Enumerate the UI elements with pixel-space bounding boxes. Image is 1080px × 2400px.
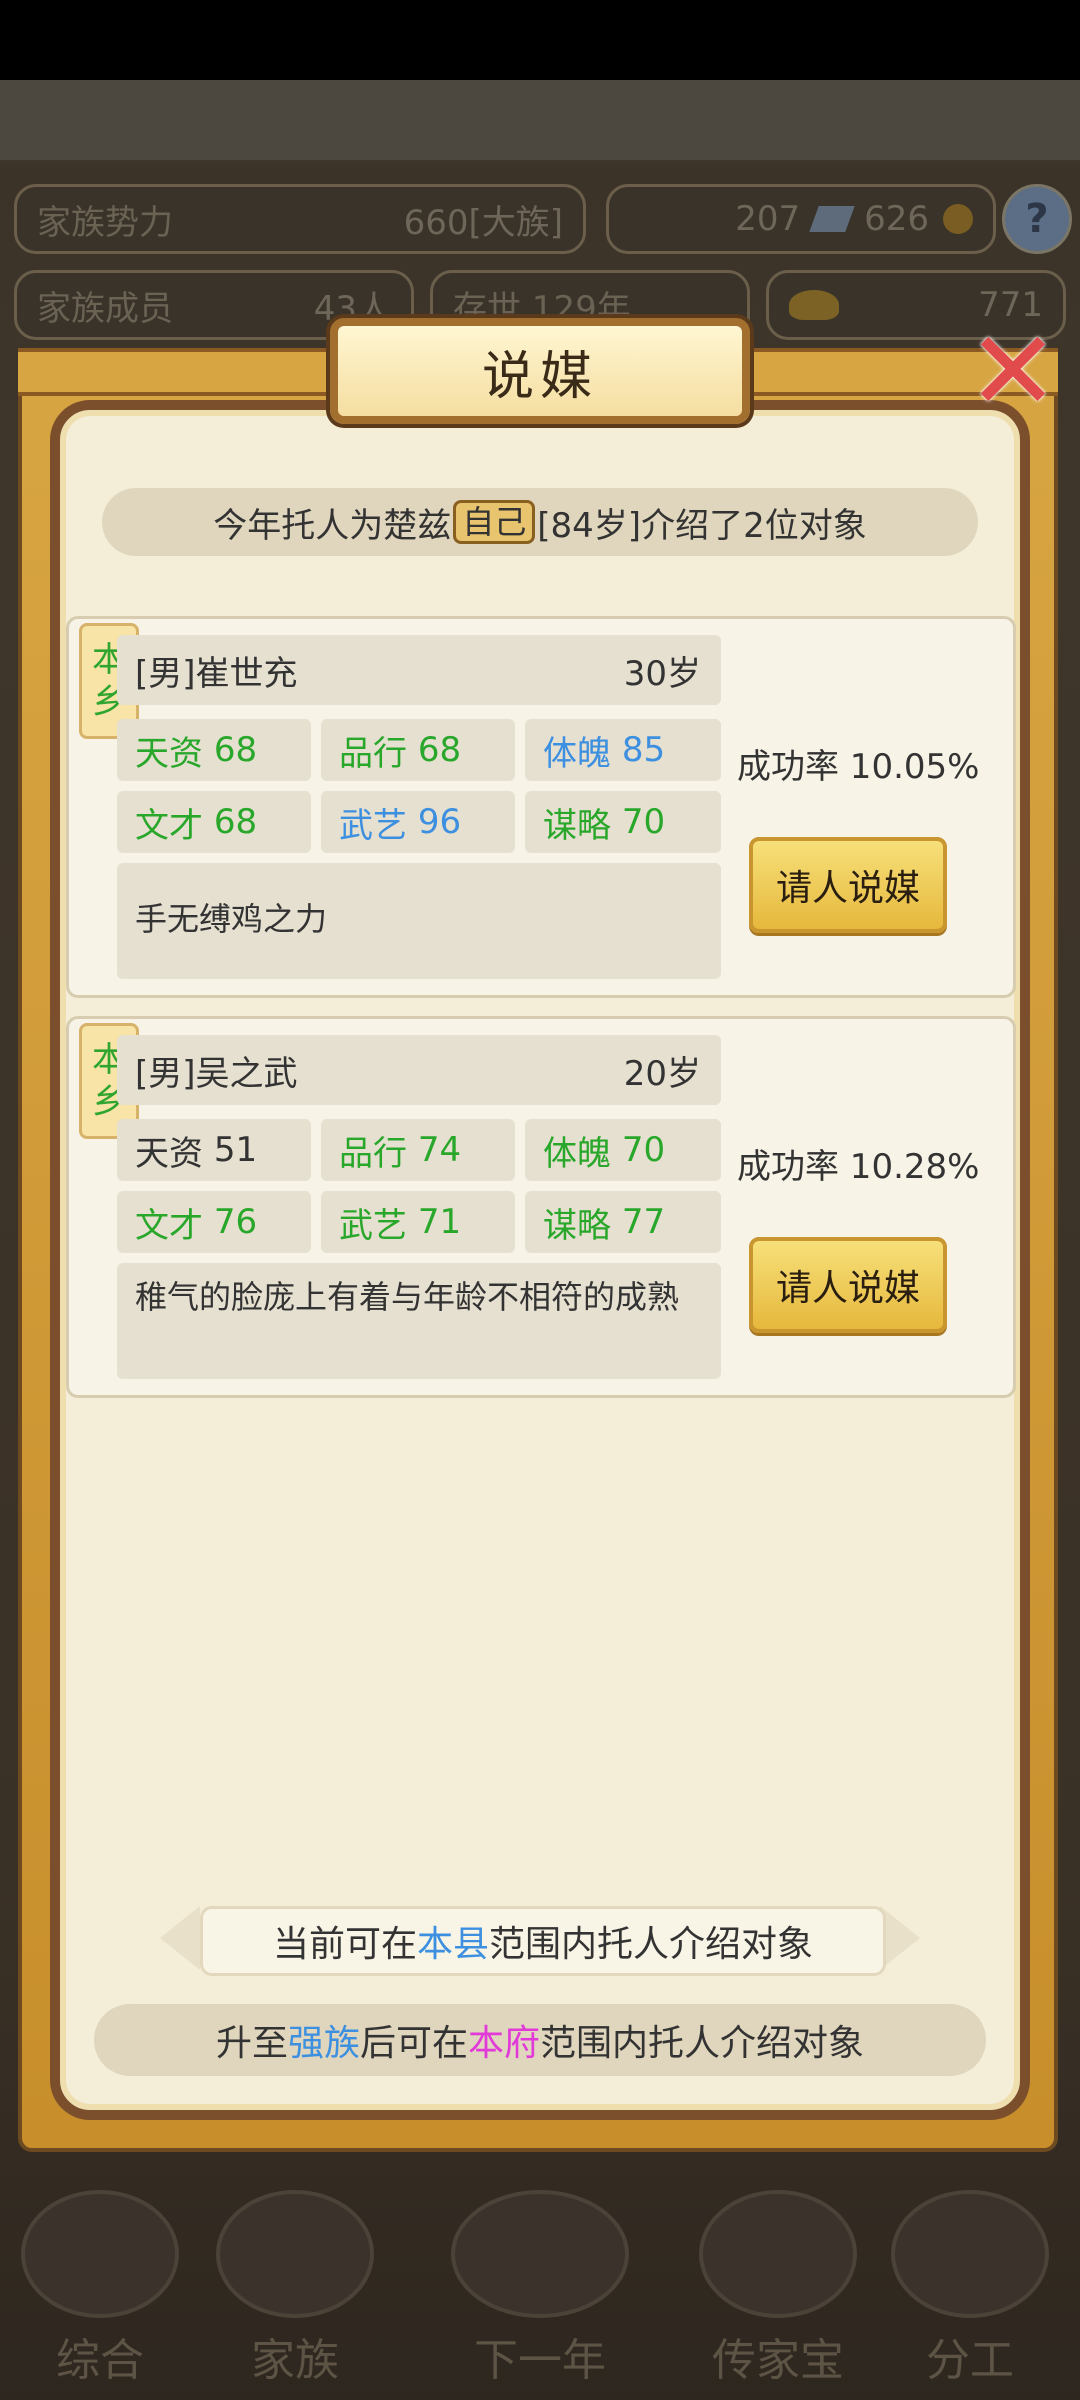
scope-arrow-right xyxy=(880,1906,920,1970)
stat-strategy: 谋略 70 xyxy=(525,791,721,853)
nav-heirloom[interactable]: 传家宝 xyxy=(688,2190,868,2400)
title-wing-left xyxy=(18,348,338,396)
treasure-icon xyxy=(699,2190,857,2318)
coin-icon xyxy=(943,204,973,234)
success-rate: 成功率 10.28% xyxy=(737,1147,980,1187)
stat-literacy: 文才 76 xyxy=(117,1191,311,1253)
info-suffix: [84岁]介绍了2位对象 xyxy=(537,505,867,546)
house-icon xyxy=(216,2190,374,2318)
candidate-card: 本 乡 [男]吴之武 20岁 天资 51 品行 74 体魄 70 文才 76 武… xyxy=(66,1016,1016,1398)
nav-overview[interactable]: 综合 xyxy=(10,2190,190,2400)
status-bar xyxy=(0,0,1080,80)
candidate-name: [男]吴之武 xyxy=(135,1053,298,1094)
currency-b-value: 626 xyxy=(864,199,929,239)
scope-highlight: 本县 xyxy=(416,1924,489,1965)
stat-talent: 天资 51 xyxy=(117,1119,311,1181)
nav-next-year[interactable]: 下一年 xyxy=(450,2190,630,2400)
nav-family[interactable]: 家族 xyxy=(205,2190,385,2400)
success-rate: 成功率 10.05% xyxy=(737,747,980,787)
info-prefix: 今年托人为楚兹 xyxy=(213,505,452,546)
close-icon[interactable]: ✕ xyxy=(960,316,1066,426)
upgrade-banner: 升至 强族 后可在 本府 范围内托人介绍对象 xyxy=(94,2004,986,2076)
book-icon xyxy=(809,206,855,232)
stat-conduct: 品行 68 xyxy=(321,719,515,781)
request-matchmaking-button[interactable]: 请人说媒 xyxy=(749,1237,947,1333)
candidate-description: 手无缚鸡之力 xyxy=(117,863,721,979)
family-power-panel[interactable]: 家族势力 660[大族] xyxy=(14,184,586,254)
candidate-age: 20岁 xyxy=(623,1053,701,1094)
family-power-rank: [大族] xyxy=(468,202,563,243)
dialog-title: 说媒 xyxy=(330,318,750,424)
gold-ingot-icon xyxy=(789,290,839,320)
request-matchmaking-button[interactable]: 请人说媒 xyxy=(749,837,947,933)
candidate-name: [男]崔世充 xyxy=(135,653,298,694)
stat-literacy: 文才 68 xyxy=(117,791,311,853)
family-power-value: 660 xyxy=(403,202,469,243)
stat-martial: 武艺 71 xyxy=(321,1191,515,1253)
stat-physique: 体魄 70 xyxy=(525,1119,721,1181)
self-tag: 自己 xyxy=(453,500,536,544)
candidate-description: 稚气的脸庞上有着与年龄不相符的成熟 xyxy=(117,1263,721,1379)
candidate-name-row: [男]吴之武 20岁 xyxy=(117,1035,721,1105)
stat-physique: 体魄 85 xyxy=(525,719,721,781)
top-strip xyxy=(0,80,1080,160)
candidate-age: 30岁 xyxy=(623,653,701,694)
mountain-icon xyxy=(451,2190,629,2318)
person-icon xyxy=(891,2190,1049,2318)
help-icon[interactable]: ? xyxy=(1002,184,1072,254)
currency-panel: 207 626 xyxy=(606,184,996,254)
currency-a-value: 207 xyxy=(735,199,801,239)
stat-conduct: 品行 74 xyxy=(321,1119,515,1181)
scroll-icon xyxy=(21,2190,179,2318)
scope-arrow-left xyxy=(160,1906,200,1970)
family-members-label: 家族成员 xyxy=(37,288,173,329)
nav-assignment[interactable]: 分工 xyxy=(880,2190,1060,2400)
matchmaking-info: 今年托人为楚兹 自己 [84岁]介绍了2位对象 xyxy=(102,488,978,556)
stat-strategy: 谋略 77 xyxy=(525,1191,721,1253)
family-power-label: 家族势力 xyxy=(37,202,173,243)
candidate-name-row: [男]崔世充 30岁 xyxy=(117,635,721,705)
candidate-card: 本 乡 [男]崔世充 30岁 天资 68 品行 68 体魄 85 文才 68 武… xyxy=(66,616,1016,998)
stat-martial: 武艺 96 xyxy=(321,791,515,853)
stat-talent: 天资 68 xyxy=(117,719,311,781)
scope-banner: 当前可在 本县 范围内托人介绍对象 xyxy=(200,1906,886,1976)
